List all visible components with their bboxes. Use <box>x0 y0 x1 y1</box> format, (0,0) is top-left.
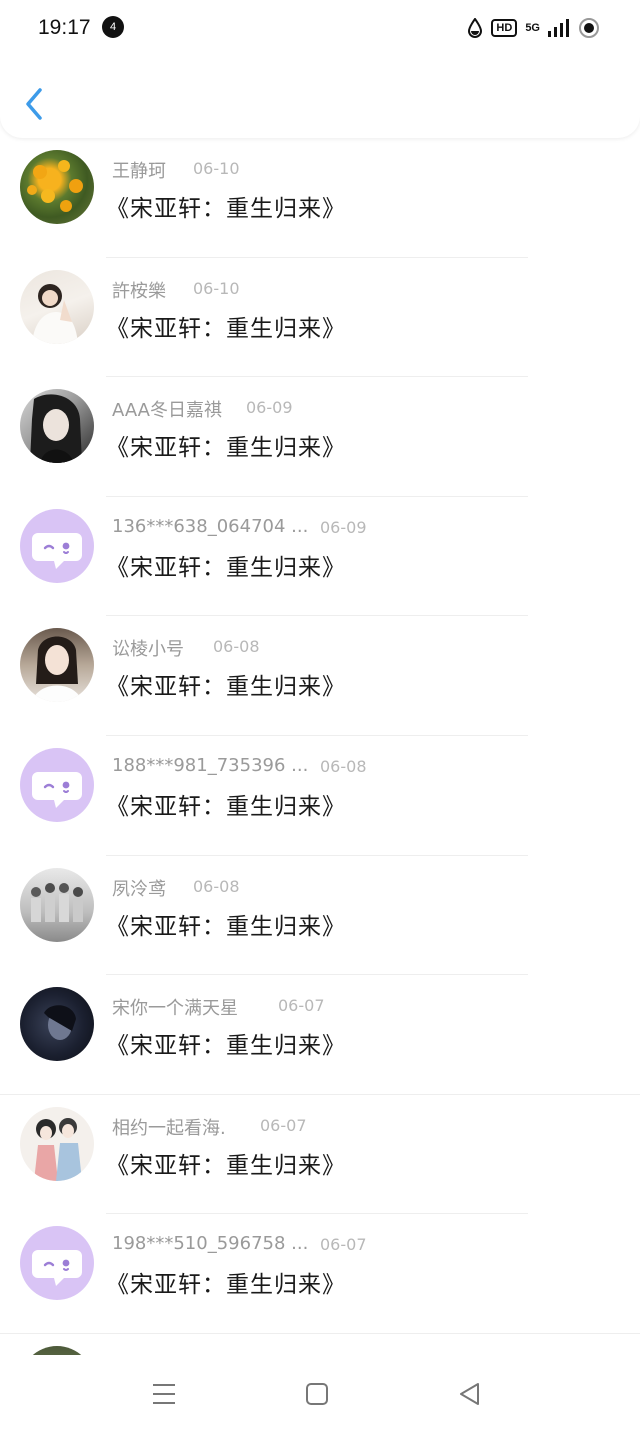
user-name: AAA冬日嘉祺 <box>112 400 222 422</box>
post-date: 06-07 <box>320 1235 367 1255</box>
system-back-button[interactable] <box>455 1379 485 1409</box>
avatar[interactable] <box>20 987 94 1062</box>
list-item[interactable]: 讼棱小号 06-08 《宋亚轩：重生归来》 <box>0 616 640 736</box>
network-type: 5G <box>525 22 540 34</box>
post-date: 06-08 <box>193 876 240 896</box>
post-date: 06-10 <box>193 159 240 178</box>
post-date: 06-09 <box>320 517 367 537</box>
work-title: 《宋亚轩：重生归来》 <box>106 1272 346 1299</box>
list-item[interactable]: 相约一起看海. 06-07 《宋亚轩：重生归来》 <box>0 1095 640 1215</box>
work-title: 《宋亚轩：重生归来》 <box>106 793 346 820</box>
comment-list: 王静珂 06-10 《宋亚轩：重生归来》 許桉樂 06-10 《宋亚轩：重生归来… <box>0 138 640 1355</box>
default-chat-icon <box>32 1250 82 1287</box>
user-name: 夙泠鸢 <box>112 878 166 900</box>
system-nav-bar <box>0 1355 640 1433</box>
person-photo-icon <box>30 394 82 464</box>
list-item[interactable]: 夙泠鸢 06-08 《宋亚轩：重生归来》 <box>0 856 640 976</box>
menu-button[interactable] <box>149 1379 179 1409</box>
avatar[interactable] <box>20 389 94 464</box>
avatar[interactable] <box>20 269 94 344</box>
work-title: 《宋亚轩：重生归来》 <box>106 1152 346 1179</box>
post-date: 06-09 <box>246 398 293 418</box>
flower-photo-icon <box>27 160 83 212</box>
list-item[interactable] <box>0 1334 640 1355</box>
user-name: 王静珂 <box>112 161 166 182</box>
list-item[interactable]: 宋你一个满天星 06-07 《宋亚轩：重生归来》 <box>0 975 640 1095</box>
back-button[interactable] <box>18 84 52 124</box>
work-title: 《宋亚轩：重生归来》 <box>106 674 346 701</box>
post-date: 06-07 <box>278 996 325 1016</box>
work-title: 《宋亚轩：重生归来》 <box>106 913 346 940</box>
avatar[interactable] <box>20 867 94 942</box>
post-date: 06-10 <box>193 278 240 298</box>
user-name: 相约一起看海. <box>112 1117 226 1139</box>
avatar[interactable] <box>20 1345 94 1355</box>
work-title: 《宋亚轩：重生归来》 <box>106 315 346 342</box>
person-photo-icon <box>44 1005 76 1041</box>
work-title: 《宋亚轩：重生归来》 <box>106 196 346 222</box>
post-date: 06-08 <box>213 637 260 657</box>
list-item[interactable]: 王静珂 06-10 《宋亚轩：重生归来》 <box>0 138 640 258</box>
user-name: 許桉樂 <box>112 280 166 302</box>
header-bar: 19:17 4 HD 5G <box>0 0 640 138</box>
list-item[interactable]: 198***510_596758 ... 06-07 《宋亚轩：重生归来》 <box>0 1214 640 1334</box>
list-item[interactable]: 136***638_064704 ... 06-09 《宋亚轩：重生归来》 <box>0 497 640 617</box>
user-name: 136***638_064704 ... <box>112 515 309 537</box>
person-photo-icon <box>32 636 82 703</box>
status-time: 19:17 <box>38 16 91 39</box>
post-date: 06-07 <box>260 1115 307 1135</box>
post-date: 06-08 <box>320 756 367 776</box>
list-item[interactable]: 188***981_735396 ... 06-08 《宋亚轩：重生归来》 <box>0 736 640 856</box>
hd-badge: HD <box>491 19 518 37</box>
status-bar: 19:17 4 HD 5G <box>0 0 640 60</box>
signal-icon <box>548 19 569 37</box>
group-photo-icon <box>31 882 83 922</box>
user-name: 198***510_596758 ... <box>112 1233 309 1255</box>
record-icon <box>579 18 599 38</box>
list-item[interactable]: 許桉樂 06-10 《宋亚轩：重生归来》 <box>0 258 640 378</box>
user-name: 讼棱小号 <box>112 639 184 661</box>
status-icons: HD 5G <box>467 14 600 42</box>
work-title: 《宋亚轩：重生归来》 <box>106 1033 346 1060</box>
illustration-photo-icon <box>34 1117 82 1181</box>
avatar[interactable] <box>20 628 94 703</box>
avatar[interactable] <box>20 150 94 224</box>
notification-badge: 4 <box>102 16 124 38</box>
home-button[interactable] <box>302 1379 332 1409</box>
water-drop-icon <box>468 18 483 38</box>
user-name: 宋你一个满天星 <box>112 998 238 1020</box>
person-photo-icon <box>32 283 78 344</box>
list-item[interactable]: AAA冬日嘉祺 06-09 《宋亚轩：重生归来》 <box>0 377 640 497</box>
user-name: 188***981_735396 ... <box>112 754 309 776</box>
work-title: 《宋亚轩：重生归来》 <box>106 435 346 462</box>
work-title: 《宋亚轩：重生归来》 <box>106 554 346 581</box>
default-chat-icon <box>32 532 82 569</box>
avatar[interactable] <box>20 747 94 822</box>
default-chat-icon <box>32 771 82 808</box>
menu-icon <box>153 1384 175 1404</box>
avatar[interactable] <box>20 1226 94 1301</box>
triangle-back-icon <box>460 1383 479 1405</box>
square-home-icon <box>306 1383 328 1405</box>
avatar[interactable] <box>20 508 94 583</box>
avatar[interactable] <box>20 1106 94 1181</box>
chevron-left-icon <box>26 88 42 120</box>
